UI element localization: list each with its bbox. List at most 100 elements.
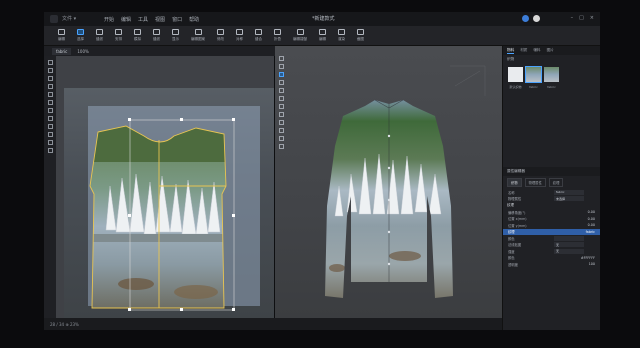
- tool-render[interactable]: 渲染: [332, 26, 351, 46]
- prop-value[interactable]: 0.00: [588, 217, 595, 221]
- pointer-icon[interactable]: [47, 60, 53, 65]
- status-bar: 28 / 34 ⊕ 23%: [44, 318, 502, 330]
- prop-key: 透明度: [508, 262, 518, 267]
- library-tabs: 物料 材质 辅料 图片: [503, 46, 600, 55]
- prop-key: 强度: [508, 249, 515, 254]
- cut-icon[interactable]: [47, 108, 53, 113]
- prop-row-opacity[interactable]: 透明度 100: [503, 261, 600, 268]
- menu-window[interactable]: 窗口: [172, 16, 182, 23]
- tab-trims[interactable]: 辅料: [533, 48, 540, 53]
- simulate-icon: [134, 29, 141, 35]
- zoom-readout: 28 / 34 ⊕ 23%: [50, 321, 79, 327]
- right-panel: 物料 材质 辅料 图片 织物 默认织物 fabric fabric 属性编辑器 …: [502, 46, 600, 330]
- tool-sew-2[interactable]: 缝纫: [147, 26, 166, 46]
- prop-value[interactable]: 0.00: [588, 210, 595, 214]
- modify-icon: [217, 29, 224, 35]
- prop-value[interactable]: 未选择: [554, 196, 584, 202]
- text-icon[interactable]: [47, 124, 53, 129]
- tab-material[interactable]: 物料: [507, 48, 515, 54]
- line-icon[interactable]: [47, 76, 53, 81]
- rectangle-icon[interactable]: [47, 92, 53, 97]
- main-menu: 开始 编辑 工具 视图 窗口 帮助: [104, 16, 199, 23]
- app-logo-icon: [50, 15, 58, 23]
- menu-view[interactable]: 视图: [155, 16, 165, 23]
- select-icon: [77, 29, 84, 35]
- tool-sew[interactable]: 缝纫: [90, 26, 109, 46]
- pleat-icon: [296, 29, 304, 35]
- tab-images[interactable]: 图片: [547, 48, 554, 53]
- title-bar: 文件 ▾ 开始 编辑 工具 视图 窗口 帮助 *新建款式 – □ ×: [44, 12, 600, 26]
- tool-modify[interactable]: 修改: [211, 26, 230, 46]
- point-icon[interactable]: [47, 68, 53, 73]
- file-menu[interactable]: 文件 ▾: [62, 15, 76, 22]
- monitor-frame: 文件 ▾ 开始 编辑 工具 视图 窗口 帮助 *新建款式 – □ × 编辑 选择…: [0, 0, 640, 348]
- tool-fold[interactable]: 折叠: [268, 26, 287, 46]
- prop-value[interactable]: fabric: [554, 189, 584, 195]
- profile-icon[interactable]: [533, 15, 540, 22]
- fabric-thumb-default[interactable]: [508, 67, 523, 82]
- circle-icon[interactable]: [47, 100, 53, 105]
- pattern-canvas[interactable]: [56, 56, 274, 318]
- display-icon: [172, 29, 179, 35]
- menu-tools[interactable]: 工具: [138, 16, 148, 23]
- prop-value[interactable]: fabric: [586, 230, 595, 234]
- avatar-3d-view[interactable]: [275, 46, 502, 318]
- user-area[interactable]: [522, 15, 540, 22]
- maximize-icon[interactable]: □: [579, 15, 584, 21]
- prop-value[interactable]: 无: [554, 248, 584, 254]
- account-icon[interactable]: [522, 15, 529, 22]
- tool-edit[interactable]: 编辑: [52, 26, 71, 46]
- pattern-2d-view[interactable]: [56, 56, 274, 318]
- opacity-value[interactable]: 100%: [77, 49, 88, 54]
- pattern-icon: [194, 29, 202, 35]
- prop-section-texture: 纹理: [507, 203, 514, 207]
- camera-icon: [357, 29, 364, 35]
- prop-value[interactable]: 100: [589, 262, 595, 266]
- prop-value[interactable]: 无: [554, 242, 584, 248]
- fabric-select[interactable]: fabric: [52, 47, 72, 55]
- menu-help[interactable]: 帮助: [189, 16, 199, 23]
- minimize-icon[interactable]: –: [571, 15, 574, 21]
- tool-edit-pleat[interactable]: 编辑褶皱: [287, 26, 313, 46]
- menu-edit[interactable]: 编辑: [121, 16, 131, 23]
- curve-icon[interactable]: [47, 84, 53, 89]
- garment-3d[interactable]: [275, 46, 502, 318]
- sew-icon: [96, 29, 103, 35]
- measure-icon[interactable]: [47, 116, 53, 121]
- tool-simulate[interactable]: 模拟: [128, 26, 147, 46]
- tool-edit-2[interactable]: 编辑: [313, 26, 332, 46]
- shirt-pattern-pieces[interactable]: [86, 122, 231, 312]
- arrange-icon: [115, 29, 122, 35]
- pin-icon[interactable]: [47, 132, 53, 137]
- prop-value[interactable]: #FFFFFF: [581, 256, 595, 260]
- fabric-thumbnails: [503, 64, 600, 85]
- tool-snapshot[interactable]: 截图: [351, 26, 370, 46]
- prop-tab-physics[interactable]: 物理属性: [524, 178, 546, 187]
- app-window: 文件 ▾ 开始 编辑 工具 视图 窗口 帮助 *新建款式 – □ × 编辑 选择…: [44, 12, 600, 330]
- fabric-thumb-2[interactable]: [544, 67, 559, 82]
- prop-value[interactable]: 0.00: [588, 223, 595, 227]
- tool-edit-pattern[interactable]: 编辑图案: [185, 26, 211, 46]
- render-icon: [338, 29, 345, 35]
- seam-icon: [255, 29, 262, 35]
- pattern-tool-strip: [44, 56, 56, 318]
- tool-display[interactable]: 显示: [166, 26, 185, 46]
- close-icon[interactable]: ×: [590, 15, 594, 21]
- prop-tab-texture[interactable]: 纹理: [548, 178, 564, 187]
- menu-start[interactable]: 开始: [104, 16, 114, 23]
- tab-texture[interactable]: 材质: [520, 48, 527, 53]
- perspective-gizmo: [450, 65, 486, 96]
- prop-value[interactable]: [554, 235, 584, 241]
- tool-select[interactable]: 选择: [71, 26, 90, 46]
- property-tabs: 织物 物理属性 纹理: [503, 176, 600, 189]
- tool-seam[interactable]: 缝合: [249, 26, 268, 46]
- prop-key: 纹理: [508, 230, 515, 235]
- prop-key: 名称: [508, 190, 515, 195]
- tool-symmetry[interactable]: 对称: [230, 26, 249, 46]
- prop-tab-fabric[interactable]: 织物: [507, 178, 522, 187]
- tool-arrange[interactable]: 安排: [109, 26, 128, 46]
- fabric-thumb-1[interactable]: [525, 66, 542, 83]
- grid-icon[interactable]: [47, 140, 53, 145]
- ruler-icon[interactable]: [47, 148, 53, 153]
- window-controls: – □ ×: [571, 15, 594, 21]
